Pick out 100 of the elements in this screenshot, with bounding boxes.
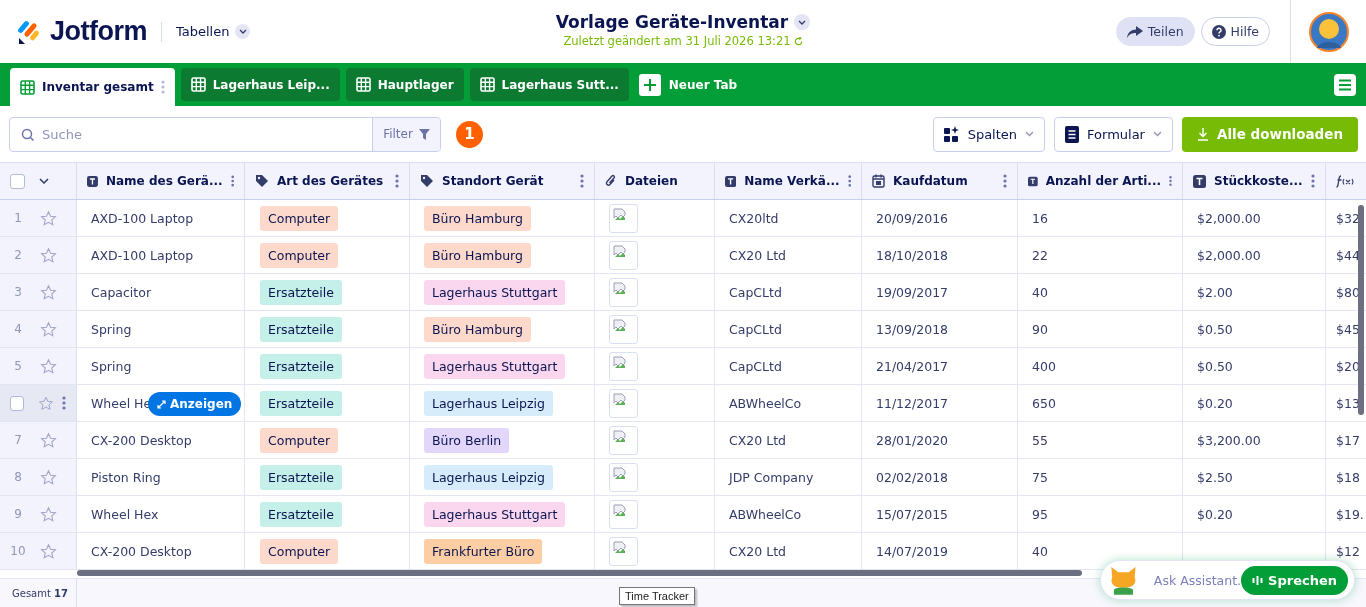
location-tag: Büro Berlin xyxy=(424,427,510,453)
broken-image-icon xyxy=(613,392,627,407)
speak-button[interactable]: Sprechen xyxy=(1241,565,1348,595)
column-header[interactable]: Kaufdatum xyxy=(862,163,1018,199)
table-icon xyxy=(355,77,371,92)
row-header[interactable]: 8 xyxy=(0,459,77,495)
voice-icon xyxy=(1252,574,1264,586)
star-icon[interactable] xyxy=(40,357,57,375)
chevron-down-icon[interactable] xyxy=(39,178,49,184)
row-header[interactable] xyxy=(0,385,77,421)
more-icon[interactable] xyxy=(1311,174,1315,188)
broken-image-icon xyxy=(613,281,627,296)
location-tag: Lagerhaus Stuttgart xyxy=(424,501,566,527)
sheet-tab[interactable]: Lagerhaus Sutt... xyxy=(469,68,629,101)
table-cell: 90 xyxy=(1032,321,1048,337)
row-number: 3 xyxy=(13,285,23,299)
calendar-icon xyxy=(872,174,885,188)
form-button[interactable]: Formular xyxy=(1054,116,1173,152)
star-icon[interactable] xyxy=(40,246,57,264)
sheet-tab[interactable]: Hauptlager xyxy=(345,68,464,101)
column-header[interactable]: Name des Gerä... xyxy=(77,163,245,199)
table-cell: $17 xyxy=(1336,432,1360,448)
plus-icon xyxy=(638,73,661,96)
scrollbar[interactable] xyxy=(1358,205,1364,415)
row-checkbox[interactable] xyxy=(10,395,25,411)
star-icon[interactable] xyxy=(40,283,57,301)
star-icon[interactable] xyxy=(40,468,57,486)
page-title: Vorlage Geräte-Inventar xyxy=(555,12,789,32)
scrollbar[interactable] xyxy=(77,570,1082,576)
star-icon[interactable] xyxy=(38,394,54,412)
column-header[interactable]: Standort Gerät xyxy=(410,163,595,199)
table-cell: Capacitor xyxy=(91,284,152,300)
share-button[interactable]: Teilen xyxy=(1115,17,1195,46)
search-field[interactable]: Suche Filter xyxy=(9,116,441,152)
column-header[interactable]: Art des Gerätes xyxy=(245,163,410,199)
table-cell: Spring xyxy=(91,358,132,374)
more-icon[interactable] xyxy=(395,174,399,188)
table-cell: $0.20 xyxy=(1197,506,1233,522)
count-badge: 1 xyxy=(456,120,483,148)
star-icon[interactable] xyxy=(40,320,57,338)
menu-button[interactable] xyxy=(1334,73,1356,96)
sheet-tab[interactable]: Inventar gesamt xyxy=(10,68,175,106)
total-count: Gesamt 17 xyxy=(0,579,77,607)
row-header[interactable]: 10 xyxy=(0,533,77,569)
column-header[interactable]: Anzahl der Arti... xyxy=(1018,163,1183,199)
broken-image-icon xyxy=(613,429,627,444)
star-icon[interactable] xyxy=(40,431,57,449)
table-cell: CX-200 Desktop xyxy=(91,432,192,448)
column-header[interactable]: Name Verkä... xyxy=(715,163,862,199)
help-button[interactable]: Hilfe xyxy=(1200,17,1270,46)
table-cell: $2.50 xyxy=(1197,469,1233,485)
section-dropdown[interactable]: Tabellen xyxy=(176,24,251,39)
star-icon[interactable] xyxy=(40,209,57,227)
table-cell: Spring xyxy=(91,321,132,337)
open-button[interactable]: Anzeigen xyxy=(148,392,242,416)
star-icon[interactable] xyxy=(40,505,57,523)
table-cell: ABWheelCo xyxy=(729,395,802,411)
location-tag: Lagerhaus Leipzig xyxy=(424,390,553,416)
broken-image-icon xyxy=(613,466,627,481)
table-cell: 55 xyxy=(1032,432,1048,448)
table-cell: Wheel Hex xyxy=(91,506,159,522)
column-header[interactable]: Dateien xyxy=(595,163,715,199)
columns-button[interactable]: Spalten xyxy=(932,116,1046,152)
assistant-bar[interactable]: Ask Assistant. Sprechen xyxy=(1100,560,1355,600)
table-cell: CapCLtd xyxy=(729,284,782,300)
select-all-checkbox[interactable] xyxy=(10,173,25,189)
location-tag: Frankfurter Büro xyxy=(424,538,543,564)
document-icon xyxy=(1065,125,1080,143)
row-number: 5 xyxy=(13,359,23,373)
filter-button[interactable]: Filter xyxy=(372,117,440,151)
text-type-icon xyxy=(87,174,98,188)
more-icon[interactable] xyxy=(230,174,234,188)
more-icon[interactable] xyxy=(1169,174,1172,188)
more-icon[interactable] xyxy=(580,174,584,188)
table-cell: ABWheelCo xyxy=(729,506,802,522)
column-header[interactable]: Stückkoste... xyxy=(1183,163,1326,199)
text-type-icon xyxy=(1193,174,1206,188)
more-icon[interactable] xyxy=(1003,174,1007,188)
sheet-tab[interactable]: Lagerhaus Leip... xyxy=(180,68,340,101)
more-icon[interactable] xyxy=(847,174,851,188)
more-icon[interactable] xyxy=(62,396,66,410)
table-cell: 11/12/2017 xyxy=(876,395,949,411)
table-cell: 13/09/2018 xyxy=(876,321,949,337)
row-header[interactable]: 1 xyxy=(0,200,77,236)
table-cell: CX20ltd xyxy=(729,210,779,226)
more-icon[interactable] xyxy=(160,80,165,94)
formula-icon xyxy=(1336,174,1354,188)
search-icon xyxy=(21,127,35,142)
chevron-down-icon xyxy=(1025,131,1035,137)
avatar[interactable] xyxy=(1308,11,1349,52)
category-tag: Ersatzteile xyxy=(260,353,342,379)
table-cell: CapCLtd xyxy=(729,358,782,374)
table-icon xyxy=(479,77,495,92)
new-tab-button[interactable]: Neuer Tab xyxy=(634,68,742,101)
table-cell: 18/10/2018 xyxy=(876,247,949,263)
chevron-down-icon[interactable] xyxy=(798,19,807,25)
broken-image-icon xyxy=(613,207,627,222)
star-icon[interactable] xyxy=(40,542,57,560)
text-type-icon xyxy=(725,174,737,188)
table-cell: 14/07/2019 xyxy=(876,543,949,559)
